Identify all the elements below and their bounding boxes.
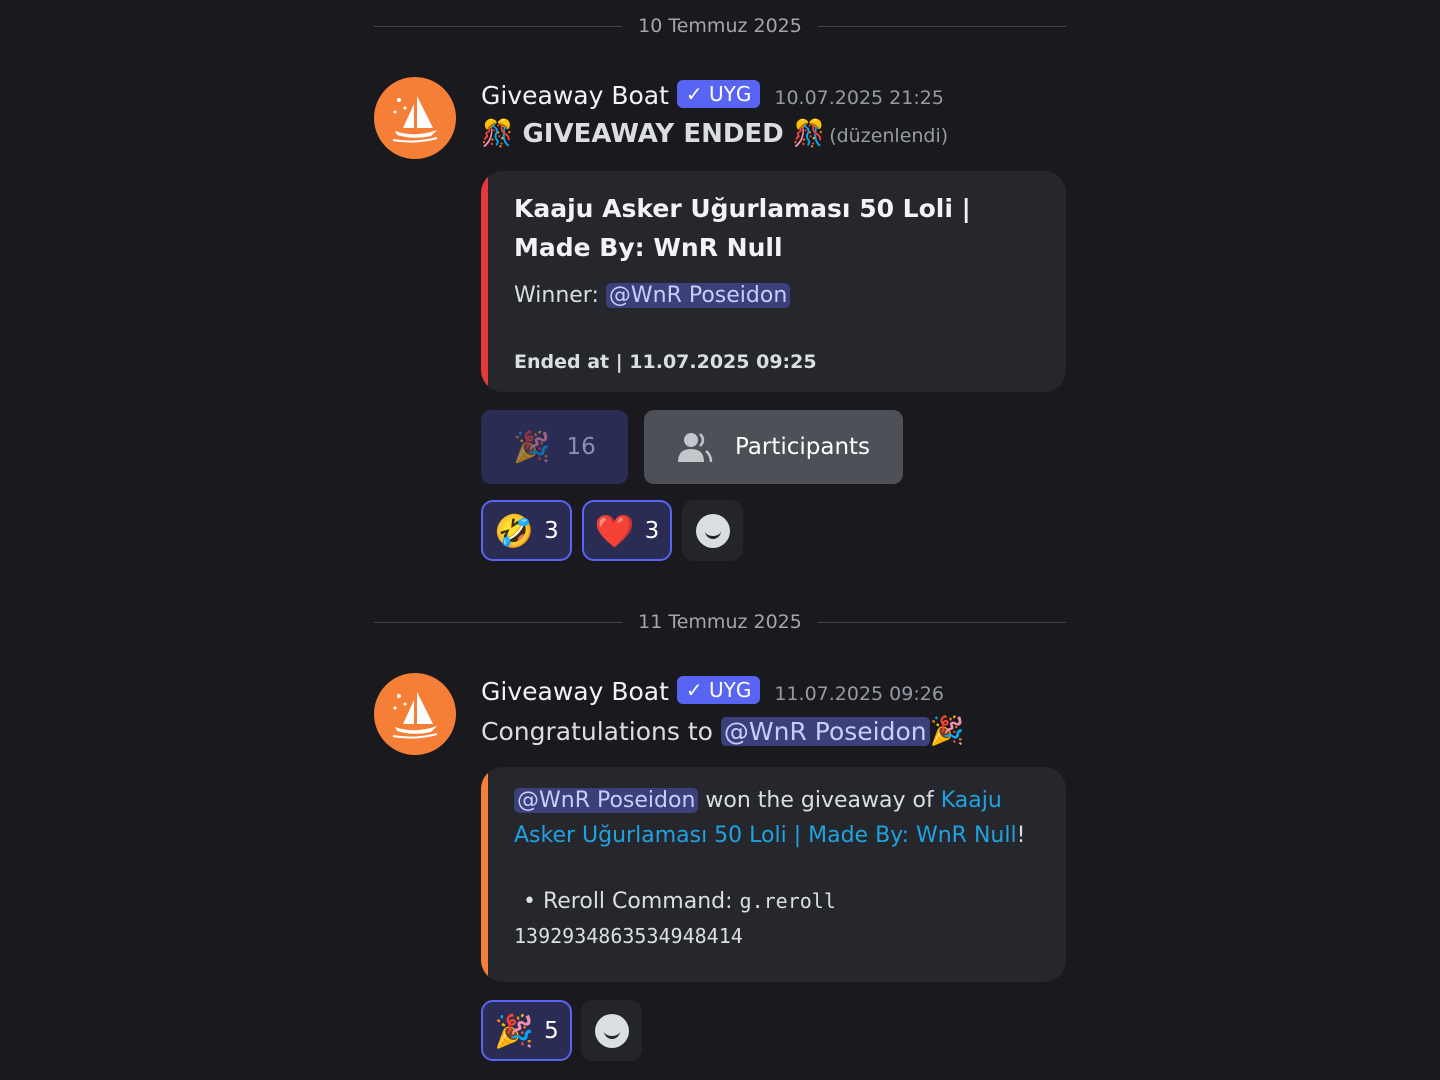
reroll-line: • Reroll Command: g.reroll (523, 889, 836, 914)
participants-label: Participants (734, 434, 871, 460)
winner-label: Winner: (514, 283, 599, 308)
party-popper-icon: 🎉 (494, 1011, 535, 1050)
date-divider: 10 Temmuz 2025 (374, 15, 1066, 37)
party-popper-icon: 🎉 (513, 429, 551, 465)
embed-text: won the giveaway of (705, 788, 934, 813)
embed-accent (481, 767, 488, 982)
enter-giveaway-button[interactable]: 🎉 16 (481, 410, 628, 484)
date-divider: 11 Temmuz 2025 (374, 611, 1066, 633)
reaction-heart[interactable]: ❤️ 3 (582, 500, 672, 561)
reroll-id: 1392934863534948414 (514, 924, 743, 948)
embed-title: Kaaju Asker Uğurlaması 50 Loli | Made By… (514, 194, 971, 262)
message-content: 🎊 GIVEAWAY ENDED 🎊 (düzenlendi) (481, 119, 948, 149)
message-header: Giveaway Boat ✓ UYG 10.07.2025 21:25 (481, 80, 944, 110)
reaction-tada[interactable]: 🎉 5 (481, 1000, 572, 1061)
reaction-count: 3 (544, 517, 559, 544)
date-label: 10 Temmuz 2025 (638, 15, 802, 37)
balloon-emoji-icon: 🎊 (792, 119, 826, 149)
winner-embed: @WnR Poseidon won the giveaway of Kaaju … (481, 767, 1066, 982)
app-badge: ✓ UYG (676, 676, 761, 704)
message-content: Congratulations to @WnR Poseidon 🎉 (481, 714, 965, 747)
giveaway-embed: Kaaju Asker Uğurlaması 50 Loli | Made By… (481, 171, 1066, 392)
message-header: Giveaway Boat ✓ UYG 11.07.2025 09:26 (481, 676, 944, 706)
smiley-icon (594, 1013, 629, 1048)
avatar[interactable] (374, 673, 456, 755)
winner-mention[interactable]: @WnR Poseidon (514, 788, 699, 813)
message-text: GIVEAWAY ENDED (522, 119, 784, 149)
reaction-count: 3 (644, 517, 660, 544)
embed-description: @WnR Poseidon won the giveaway of Kaaju … (514, 783, 1034, 853)
embed-accent (481, 171, 488, 392)
reaction-rofl[interactable]: 🤣 3 (481, 500, 572, 561)
heart-emoji-icon: ❤️ (594, 511, 635, 550)
users-icon (677, 433, 713, 463)
boat-icon (392, 96, 438, 143)
avatar[interactable] (374, 77, 456, 159)
embed-text-end: ! (1016, 823, 1026, 848)
edited-label: (düzenlendi) (829, 125, 949, 147)
message-text: Congratulations to (481, 717, 713, 746)
reroll-label: • Reroll Command: (523, 889, 733, 914)
winner-mention[interactable]: @WnR Poseidon (605, 283, 791, 308)
reroll-code: g.reroll (739, 889, 836, 913)
date-label: 11 Temmuz 2025 (638, 611, 802, 633)
author-name[interactable]: Giveaway Boat (481, 81, 669, 110)
add-reaction-button[interactable] (682, 500, 743, 561)
entries-count: 16 (566, 434, 596, 460)
party-popper-icon: 🎉 (929, 714, 965, 747)
balloon-emoji-icon: 🎊 (481, 119, 514, 149)
reaction-count: 5 (544, 1017, 559, 1044)
add-reaction-button[interactable] (581, 1000, 642, 1061)
user-mention[interactable]: @WnR Poseidon (720, 717, 930, 746)
app-badge: ✓ UYG (676, 80, 761, 108)
embed-footer: Ended at | 11.07.2025 09:25 (514, 351, 817, 373)
boat-icon (392, 692, 438, 739)
winner-line: Winner: @WnR Poseidon (514, 283, 791, 308)
timestamp: 10.07.2025 21:25 (774, 87, 944, 109)
timestamp: 11.07.2025 09:26 (774, 683, 944, 705)
author-name[interactable]: Giveaway Boat (481, 677, 669, 706)
smiley-icon (695, 513, 730, 548)
participants-button[interactable]: Participants (644, 410, 903, 484)
rofl-emoji-icon: 🤣 (494, 511, 535, 550)
